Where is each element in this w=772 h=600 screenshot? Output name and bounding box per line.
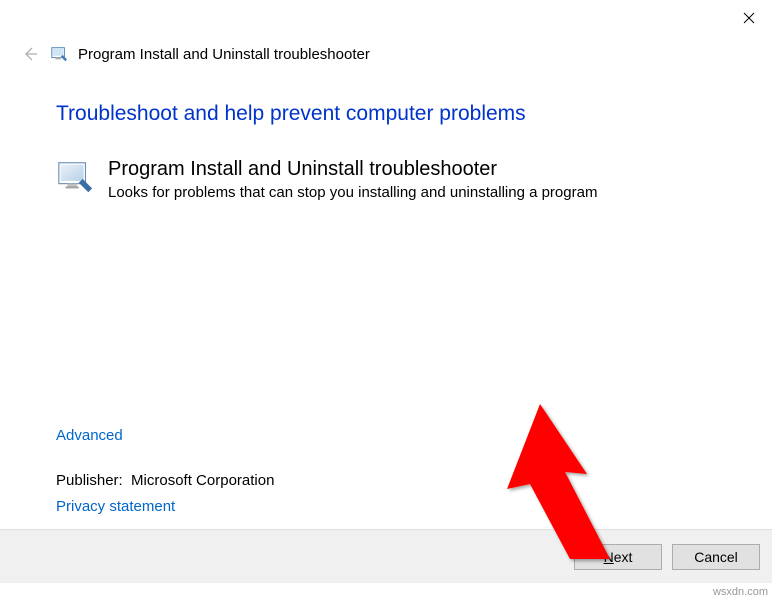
- advanced-link[interactable]: Advanced: [56, 427, 123, 444]
- publisher-info: Publisher: Microsoft Corporation: [56, 472, 274, 489]
- back-arrow-icon: [21, 45, 39, 63]
- close-button[interactable]: [726, 0, 772, 36]
- back-button[interactable]: [20, 44, 40, 64]
- close-icon: [743, 12, 755, 24]
- privacy-statement-link[interactable]: Privacy statement: [56, 498, 175, 515]
- wizard-button-bar: Next Cancel: [0, 529, 772, 583]
- section-description: Looks for problems that can stop you ins…: [108, 182, 597, 203]
- troubleshooter-small-icon: [50, 45, 68, 63]
- publisher-label: Publisher:: [56, 472, 123, 489]
- section-title: Program Install and Uninstall troublesho…: [108, 156, 597, 182]
- next-button[interactable]: Next: [574, 544, 662, 570]
- troubleshooter-icon: [56, 158, 94, 196]
- wizard-header: Program Install and Uninstall troublesho…: [0, 36, 772, 64]
- watermark: wsxdn.com: [713, 586, 768, 598]
- publisher-value: Microsoft Corporation: [131, 472, 274, 489]
- cancel-button[interactable]: Cancel: [672, 544, 760, 570]
- wizard-title: Program Install and Uninstall troublesho…: [78, 46, 370, 63]
- page-heading: Troubleshoot and help prevent computer p…: [56, 102, 716, 126]
- troubleshooter-section: Program Install and Uninstall troublesho…: [56, 156, 716, 203]
